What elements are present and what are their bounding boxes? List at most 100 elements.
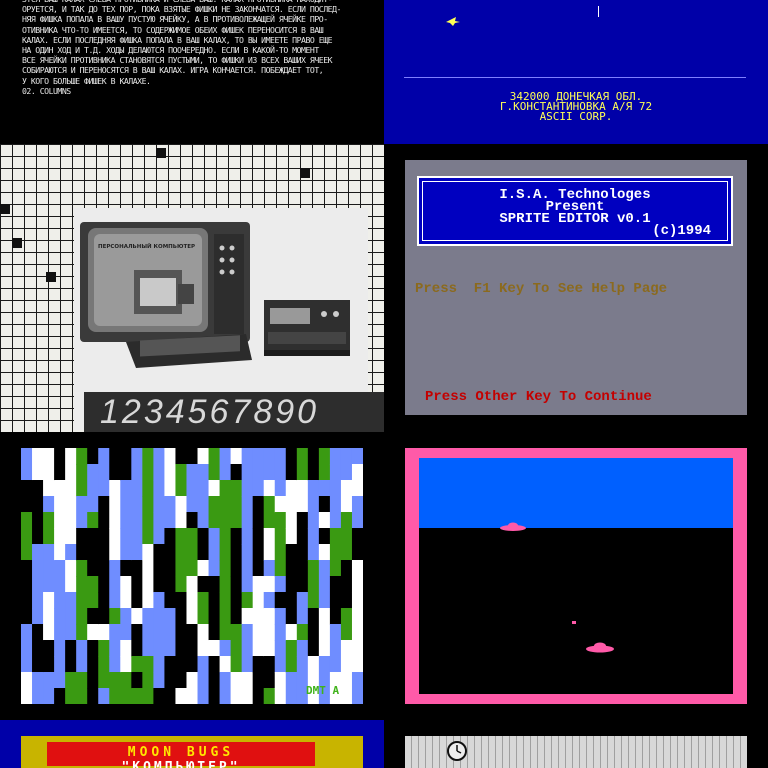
pattern-cell [164,528,176,545]
pattern-cell [21,560,33,577]
pattern-cell [120,656,132,673]
pattern-cell [263,688,276,704]
pattern-cell [252,448,265,497]
pattern-cell [131,608,143,625]
pattern-cell [186,448,199,465]
pattern-cell [208,496,221,529]
pattern-tag: DMT A [306,684,340,697]
pattern-cell [76,672,88,704]
pattern-cell [318,544,331,561]
pattern-cell [32,672,44,704]
pattern-cell [98,592,110,625]
divider-line [404,77,746,78]
pattern-cell [241,544,254,593]
pattern-cell [230,464,243,481]
pattern-cell [98,624,110,641]
pattern-cell [120,672,132,704]
pattern-cell [252,496,265,529]
pattern-cell [230,528,243,577]
pattern-cell [208,576,221,593]
pattern-cell [186,512,199,529]
pattern-cell [252,656,265,673]
pattern-cell [164,656,176,704]
pattern-cell [87,688,99,704]
sprite-editor-screen: I.S.A. Technologes Present SPRITE EDITOR… [384,144,768,432]
ufo-icon [500,522,526,531]
sky-area [419,458,733,528]
pattern-cell [241,624,254,673]
pattern-cell [307,608,320,657]
pattern-cell [131,448,143,497]
pattern-cell [263,528,276,561]
pattern-cell [32,448,44,481]
credits-company: ASCII CORP. [539,110,613,123]
pattern-cell [208,592,221,641]
continue-prompt[interactable]: Press Other Key To Continue [425,389,652,405]
pattern-cell [230,448,243,465]
rules-text: ЗТСЯ ВАШ КАЛАХ СЛЕВА ПРОТИВНИКА И СЛЕВА … [22,0,341,96]
pattern-cell [241,448,254,497]
pattern-cell [120,560,132,577]
pattern-cell [131,512,143,561]
pattern-cell [263,608,276,657]
pattern-cell [340,512,353,561]
pixel-pattern-screen: DMT A [0,432,384,720]
pattern-cell [208,480,221,497]
pattern-cell [21,624,33,673]
pattern-cell [65,592,77,641]
pattern-cell [274,672,287,689]
pattern-cell [318,560,331,609]
pattern-cell [318,608,331,657]
pattern-cell [142,624,154,657]
pattern-cell [307,528,320,561]
pattern-cell [285,624,298,641]
pattern-cell [186,528,199,577]
pattern-cell [131,496,143,513]
pattern-cell [197,592,210,625]
pattern-cell [153,480,165,513]
pattern-cell [230,480,243,529]
pattern-cell [241,608,254,625]
pattern-cell [340,448,353,481]
pattern-cell [263,480,276,497]
pattern-cell [153,544,165,593]
pattern-cell [197,624,210,657]
projectile-icon [572,621,576,624]
pattern-cell [87,464,99,513]
pattern-cell [351,464,363,497]
player-ship-icon [586,642,614,653]
pattern-cell [131,672,143,689]
pattern-cell [219,640,232,657]
rules-line: 02. COLUMNS [22,85,71,96]
pattern-cell [153,672,165,689]
pattern-cell [54,560,66,609]
pattern-cell [65,560,77,593]
pattern-cell [65,672,77,704]
pattern-cell [87,608,99,625]
pattern-cell [65,480,77,497]
pattern-cell [274,512,287,529]
pattern-cell [54,688,66,704]
rules-line: НА ОДИН ХОД И Т.Д. ХОДЫ ДЕЛАЮТСЯ ПООЧЕРЕ… [22,45,319,56]
pattern-cell [208,448,221,481]
pattern-cell [98,640,110,657]
pattern-cell [219,672,232,704]
pattern-cell [142,448,154,497]
pattern-cell [219,656,232,673]
pattern-cell [285,640,298,673]
pattern-cell [186,624,199,673]
ground-area [419,528,733,694]
pattern-cell [241,672,254,704]
rules-line: ОРУЕТСЯ, И ТАК ДО ТЕХ ПОР, ПОКА ВЗЯТЫЕ Ф… [22,4,341,15]
pattern-cell [120,608,132,641]
help-prompt[interactable]: Press F1 Key To See Help Page [415,281,667,297]
rules-text-screen: ЗТСЯ ВАШ КАЛАХ СЛЕВА ПРОТИВНИКА И СЛЕВА … [0,0,384,144]
pattern-cell [318,528,331,545]
pattern-cell [109,448,121,481]
pattern-cell [340,640,353,673]
pattern-cell [54,608,66,657]
pattern-cell [252,608,265,657]
pattern-cell [219,448,232,481]
pattern-cell [76,576,88,625]
pattern-cell [87,624,99,641]
